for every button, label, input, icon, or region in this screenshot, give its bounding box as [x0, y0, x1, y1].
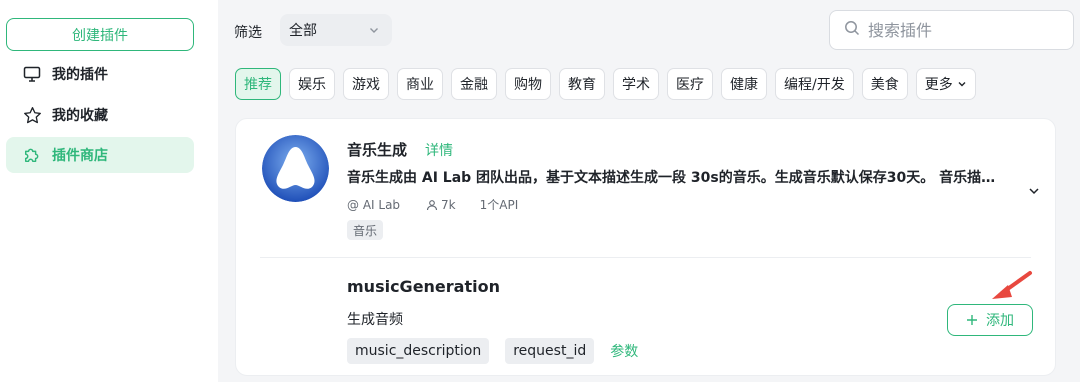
category-tab-medical[interactable]: 医疗 [667, 68, 713, 100]
category-label: 游戏 [352, 77, 380, 93]
category-tab-recommended[interactable]: 推荐 [235, 68, 281, 100]
sidebar-item-label: 我的插件 [52, 67, 108, 83]
category-tab-health[interactable]: 健康 [721, 68, 767, 100]
monitor-icon [22, 64, 42, 84]
add-api-button[interactable]: 添加 [947, 304, 1033, 336]
category-label: 商业 [406, 77, 434, 93]
category-tab-games[interactable]: 游戏 [343, 68, 389, 100]
plugin-card: 音乐生成 详情 音乐生成由 AI Lab 团队出品，基于文本描述生成一段 30s… [235, 118, 1056, 376]
sidebar-item-favorites[interactable]: 我的收藏 [6, 97, 194, 133]
category-label: 学术 [622, 77, 650, 93]
param-tag: music_description [347, 338, 490, 364]
category-label: 推荐 [244, 77, 272, 93]
api-name: musicGeneration [347, 277, 500, 296]
category-tab-entertainment[interactable]: 娱乐 [289, 68, 335, 100]
filter-selected-value: 全部 [289, 23, 317, 39]
category-label: 美食 [870, 77, 899, 93]
param-tag: request_id [505, 338, 595, 364]
plugin-detail-link[interactable]: 详情 [425, 140, 453, 160]
category-tab-finance[interactable]: 金融 [451, 68, 497, 100]
plugin-api-count: 1个API [479, 198, 519, 212]
divider [260, 257, 1031, 258]
puzzle-icon [22, 145, 42, 165]
expand-chevron-icon[interactable] [1027, 183, 1041, 202]
params-link[interactable]: 参数 [610, 341, 638, 361]
category-label: 教育 [568, 77, 596, 93]
sidebar-item-plugin-store[interactable]: 插件商店 [6, 137, 194, 173]
category-label: 娱乐 [298, 77, 326, 93]
create-plugin-button[interactable]: 创建插件 [6, 18, 194, 51]
plugin-description: 音乐生成由 AI Lab 团队出品，基于文本描述生成一段 30s的音乐。生成音乐… [347, 170, 997, 186]
plugin-title: 音乐生成 [347, 141, 408, 159]
plugin-meta: @ AI Lab 7k 1个API [347, 196, 518, 213]
category-tab-business[interactable]: 商业 [397, 68, 443, 100]
main-content: 筛选 全部 推荐 娱乐 游戏 商业 金融 购物 教育 学术 医疗 健康 编程/开… [218, 0, 1080, 382]
plus-icon [966, 314, 978, 326]
api-params: music_description request_id 参数 [347, 338, 638, 364]
plugin-tag: 音乐 [347, 220, 384, 240]
filter-label: 筛选 [234, 25, 262, 41]
category-tab-academic[interactable]: 学术 [613, 68, 659, 100]
create-plugin-label: 创建插件 [72, 27, 128, 44]
plugin-users: 7k [441, 197, 456, 212]
add-label: 添加 [986, 313, 1014, 329]
chevron-down-icon [368, 24, 380, 40]
sidebar-item-label: 我的收藏 [52, 108, 108, 124]
category-tabs: 推荐 娱乐 游戏 商业 金融 购物 教育 学术 医疗 健康 编程/开发 美食 更… [235, 68, 976, 100]
sidebar: 创建插件 我的插件 我的收藏 插件商店 [0, 0, 218, 382]
category-label: 健康 [730, 77, 758, 93]
plugin-logo [262, 135, 329, 202]
filter-select[interactable]: 全部 [280, 14, 392, 46]
search-input[interactable] [868, 20, 1058, 40]
category-label: 编程/开发 [784, 77, 845, 93]
search-box[interactable] [829, 10, 1074, 50]
star-icon [22, 105, 42, 125]
param-label: request_id [513, 343, 587, 359]
plugin-author: @ AI Lab [347, 197, 401, 212]
api-description: 生成音频 [347, 312, 403, 328]
category-label: 金融 [460, 77, 488, 93]
chevron-down-icon [957, 79, 967, 89]
category-tab-shopping[interactable]: 购物 [505, 68, 551, 100]
plugin-tag-label: 音乐 [353, 223, 378, 238]
category-label: 购物 [514, 77, 542, 93]
sidebar-item-label: 插件商店 [52, 148, 108, 164]
sidebar-item-my-plugins[interactable]: 我的插件 [6, 56, 194, 92]
category-label: 医疗 [676, 77, 704, 93]
category-tab-food[interactable]: 美食 [861, 68, 908, 100]
category-tab-more[interactable]: 更多 [915, 68, 976, 100]
search-icon [844, 20, 860, 40]
category-tab-education[interactable]: 教育 [559, 68, 605, 100]
category-tab-programming[interactable]: 编程/开发 [775, 68, 854, 100]
param-label: music_description [355, 343, 482, 359]
category-label: 更多 [924, 77, 953, 93]
user-icon [426, 199, 438, 211]
red-arrow-icon [992, 271, 1032, 299]
